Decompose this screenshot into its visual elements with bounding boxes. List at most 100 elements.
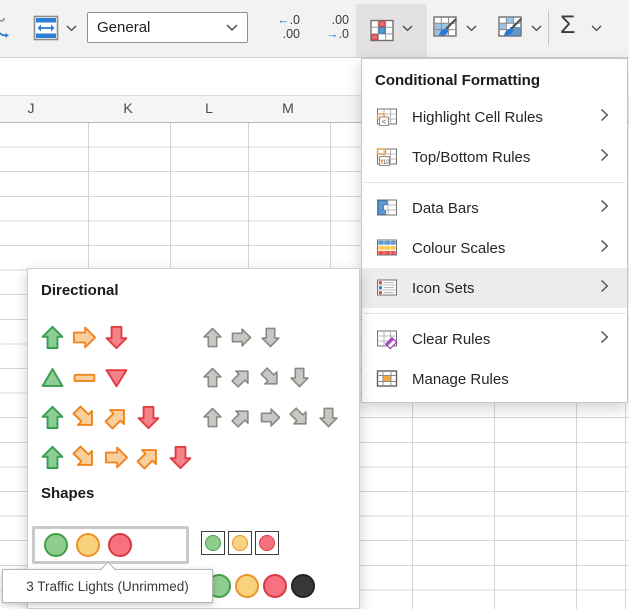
merge-center-icon (32, 13, 60, 43)
submenu-chevron-icon (600, 199, 609, 218)
cell-styles-chevron-icon[interactable] (531, 25, 542, 32)
sign-yellow-icon (228, 531, 252, 555)
menu-item-manage-rules[interactable]: Manage Rules (362, 359, 627, 399)
arrow-down-grey-icon (317, 406, 340, 429)
increase-decimal-button[interactable]: ←.0 .00 (258, 13, 300, 41)
colour-scales-icon (375, 237, 399, 259)
arrow-down-right-orange-icon (65, 438, 103, 476)
sign-red-icon (255, 531, 279, 555)
arrow-up-green-icon (39, 444, 66, 471)
number-format-select[interactable]: General (87, 12, 248, 43)
iconset-4-traffic-lights[interactable] (207, 574, 315, 598)
arrow-right-orange-icon (103, 444, 130, 471)
column-header[interactable]: J (28, 100, 35, 116)
top-bottom-rules-icon: 10 (375, 146, 399, 168)
circle-yellow-icon (235, 574, 259, 598)
arrow-up-grey-icon (201, 326, 224, 349)
iconset-3-signs[interactable] (201, 531, 279, 555)
increase-decimal-label2: .00 (283, 27, 300, 41)
toolbar-separator (548, 11, 549, 45)
circle-red-icon (108, 533, 132, 557)
clear-rules-icon (375, 328, 399, 350)
conditional-formatting-button[interactable] (356, 4, 427, 57)
tooltip: 3 Traffic Lights (Unrimmed) (2, 569, 213, 603)
icon-sets-flyout: Directional (27, 268, 360, 609)
arrow-down-red-icon (103, 324, 130, 351)
format-as-table-button[interactable] (432, 14, 460, 47)
menu-title: Conditional Formatting (362, 71, 627, 91)
menu-item-label: Clear Rules (412, 331, 600, 348)
menu-item-top-bottom-rules[interactable]: 10 Top/Bottom Rules (362, 137, 627, 177)
menu-item-label: Top/Bottom Rules (412, 149, 600, 166)
arrow-right-orange-icon (71, 324, 98, 351)
cell-styles-icon (497, 14, 525, 42)
ribbon-toolbar: General ←.0 .00 .00 →.0 (0, 0, 629, 58)
arrow-down-red-icon (167, 444, 194, 471)
column-header[interactable]: K (123, 100, 132, 116)
iconset-5-arrows-coloured[interactable] (39, 444, 194, 471)
arrow-up-right-orange-icon (129, 438, 167, 476)
menu-item-label: Colour Scales (412, 240, 600, 257)
menu-item-label: Data Bars (412, 200, 600, 217)
column-header[interactable]: L (205, 100, 213, 116)
menu-separator (364, 313, 625, 314)
arrow-down-grey-icon (259, 326, 282, 349)
highlight-cell-rules-icon: < (375, 106, 399, 128)
iconset-4-arrows-grey[interactable] (201, 366, 311, 389)
submenu-chevron-icon (600, 330, 609, 349)
menu-item-label: Icon Sets (412, 280, 600, 297)
left-arrow-glyph: ← (277, 13, 290, 27)
arrow-right-grey-icon (259, 406, 282, 429)
icon-sets-icon (375, 277, 399, 299)
menu-item-data-bars[interactable]: Data Bars (362, 188, 627, 228)
arrow-down-grey-icon (288, 366, 311, 389)
decrease-decimal-label: .00 (332, 13, 349, 27)
submenu-chevron-icon (600, 279, 609, 298)
menu-item-highlight-cell-rules[interactable]: < Highlight Cell Rules (362, 97, 627, 137)
conditional-formatting-chevron-icon (402, 25, 413, 32)
arrow-up-grey-icon (201, 366, 224, 389)
shapes-section-title: Shapes (41, 485, 94, 502)
right-arrow-glyph: → (326, 27, 339, 41)
arrow-down-right-grey-icon (254, 361, 287, 394)
column-header[interactable]: M (282, 100, 294, 116)
menu-item-icon-sets[interactable]: Icon Sets (362, 268, 627, 308)
arrow-up-green-icon (39, 324, 66, 351)
cell-styles-button[interactable] (497, 14, 525, 47)
iconset-3-triangles[interactable] (39, 364, 130, 391)
iconset-5-arrows-grey[interactable] (201, 406, 340, 429)
submenu-chevron-icon (600, 148, 609, 167)
format-as-table-chevron-icon[interactable] (466, 25, 477, 32)
arrow-up-grey-icon (201, 406, 224, 429)
menu-item-label: Highlight Cell Rules (412, 109, 600, 126)
manage-rules-icon (375, 368, 399, 390)
autosum-chevron-icon[interactable] (591, 25, 602, 32)
arrow-up-green-icon (39, 404, 66, 431)
svg-text:10: 10 (383, 160, 390, 166)
decrease-decimal-button[interactable]: .00 →.0 (307, 13, 349, 41)
number-format-value: General (97, 19, 150, 36)
dash-orange-icon (71, 364, 98, 391)
chevron-down-icon (226, 24, 238, 32)
arrow-up-right-orange-icon (97, 398, 135, 436)
arrow-down-red-icon (135, 404, 162, 431)
arrow-up-right-grey-icon (225, 361, 258, 394)
merge-dropdown-chevron-icon[interactable] (66, 25, 77, 32)
iconset-3-traffic-lights-unrimmed[interactable] (32, 526, 189, 564)
arrow-up-right-grey-icon (225, 401, 258, 434)
menu-item-label: Manage Rules (412, 371, 609, 388)
tooltip-text: 3 Traffic Lights (Unrimmed) (26, 579, 189, 594)
iconset-4-arrows-coloured[interactable] (39, 404, 162, 431)
autosum-button[interactable]: Σ (560, 11, 575, 40)
data-bars-icon (375, 197, 399, 219)
merge-center-button[interactable] (32, 13, 60, 48)
menu-item-clear-rules[interactable]: Clear Rules (362, 319, 627, 359)
iconset-3-arrows-coloured[interactable] (39, 324, 130, 351)
circle-red-icon (263, 574, 287, 598)
decrease-decimal-label2: .0 (339, 27, 349, 41)
svg-text:<: < (382, 117, 387, 126)
circle-green-icon (44, 533, 68, 557)
iconset-3-arrows-grey[interactable] (201, 326, 282, 349)
submenu-chevron-icon (600, 239, 609, 258)
menu-item-colour-scales[interactable]: Colour Scales (362, 228, 627, 268)
